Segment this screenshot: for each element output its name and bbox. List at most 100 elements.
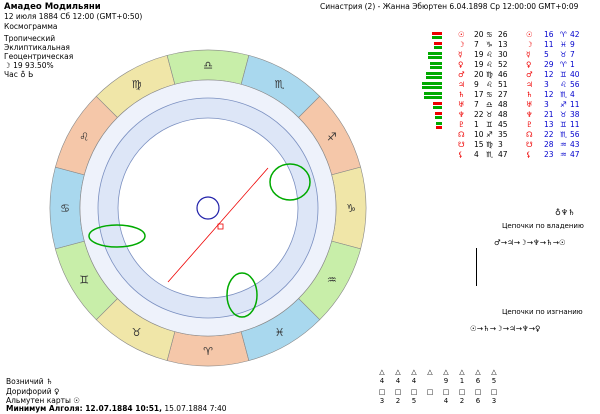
- strength-bar: [430, 62, 442, 65]
- planetary-hour: Час ♁ Ь: [4, 70, 34, 79]
- aspect-count: 4: [443, 397, 449, 405]
- natal-wheel[interactable]: ♈ ♉ ♊ ♋ ♌ ♍ ♎ ♏ ♐ ♑ ♒ ♓: [40, 40, 380, 370]
- planet-cell: ♋: [486, 90, 493, 99]
- planet-cell: 21: [544, 110, 554, 119]
- earth-center: [196, 196, 220, 220]
- aspect-count: 3: [379, 397, 385, 405]
- charioteer-label: Возничий ♄: [6, 377, 53, 386]
- aspect-icon: □: [410, 388, 418, 396]
- strength-bar: [433, 106, 442, 109]
- planet-cell: ♓: [560, 40, 567, 49]
- planet-cell: ♃: [458, 80, 465, 89]
- planet-cell: 47: [498, 150, 508, 159]
- planet-cell: ☿: [458, 50, 463, 59]
- planet-cell: 22: [474, 110, 484, 119]
- person-name: Амадео Модильяни: [4, 2, 101, 12]
- planet-cell: ♄: [526, 90, 533, 99]
- planet-cell: ♈: [560, 30, 567, 39]
- chain-glyphs: ♁♆♄: [555, 208, 576, 217]
- planet-cell: 3: [544, 100, 549, 109]
- planet-cell: ☋: [458, 140, 465, 149]
- planet-cell: ♐: [486, 130, 493, 139]
- aspect-icon: △: [459, 368, 465, 376]
- aspect-icon: △: [427, 368, 433, 376]
- planet-cell: ♃: [526, 80, 533, 89]
- planet-cell: 4: [474, 150, 479, 159]
- planet-cell: ♒: [560, 150, 567, 159]
- strength-bar: [422, 82, 442, 85]
- planet-table: ☉ 20 ♋ 26 ☉ 16 ♈ 42 ☽ 7 ♑ 13 ☽ 11 ♓ 9 ☿ 19 ♌ 30 ☿ 5 ♉ 7 ♀ 19 ♌ 52 ♀ 2…: [422, 30, 596, 160]
- planet-cell: 35: [498, 130, 508, 139]
- synastry-title: Синастрия (2) - Жанна Эбюртен 6.04.1898 …: [320, 2, 579, 11]
- planet-cell: 11: [570, 100, 580, 109]
- planet-cell: 7: [570, 50, 575, 59]
- aspect-count: 3: [491, 397, 497, 405]
- planet-cell: ♇: [526, 120, 533, 129]
- aspect-icon: △: [395, 368, 401, 376]
- planet-cell: 29: [544, 60, 554, 69]
- planet-cell: 52: [498, 60, 508, 69]
- rulership-title: Цепочки по владению: [502, 222, 584, 230]
- planet-cell: 56: [570, 80, 580, 89]
- strength-bar: [436, 126, 442, 129]
- planet-cell: 45: [498, 120, 508, 129]
- aspect-icon: △: [379, 368, 385, 376]
- planet-cell: ☿: [526, 50, 531, 59]
- planet-row: ☉ 20 ♋ 26 ☉ 16 ♈ 42: [426, 30, 596, 40]
- strength-bar: [426, 72, 442, 75]
- birth-date: 12 июля 1884 Сб 12:00 (GMT+0:50): [4, 12, 143, 21]
- planet-cell: 13: [498, 40, 508, 49]
- planet-cell: ♂: [458, 70, 465, 79]
- chart-kind: Космограмма: [4, 22, 58, 31]
- planet-cell: ♅: [458, 100, 465, 109]
- strength-bar: [433, 102, 442, 105]
- aspect-icon: △: [491, 368, 497, 376]
- planet-cell: ☊: [526, 130, 533, 139]
- aspect-count: 1: [459, 377, 465, 385]
- planet-row: ♇ 1 ♊ 45 ♇ 13 ♊ 11: [426, 120, 596, 130]
- planet-cell: 3: [498, 140, 503, 149]
- rulership-tree: [476, 248, 505, 286]
- planet-cell: 51: [498, 80, 508, 89]
- planet-cell: 23: [544, 150, 554, 159]
- planet-cell: 56: [570, 130, 580, 139]
- planet-cell: 9: [474, 80, 479, 89]
- planet-cell: 38: [570, 110, 580, 119]
- strength-bar: [434, 46, 442, 49]
- planet-cell: 48: [498, 100, 508, 109]
- planet-row: ☿ 19 ♌ 30 ☿ 5 ♉ 7: [426, 50, 596, 60]
- planet-cell: ♊: [486, 120, 493, 129]
- zodiac-sign: ♒: [327, 274, 337, 287]
- aspect-icon: □: [426, 388, 434, 396]
- exile-chain: ☉→♄→☽→♃→♆→♀: [470, 324, 541, 333]
- planet-cell: ♌: [486, 60, 493, 69]
- strength-bar: [428, 52, 442, 55]
- strength-bar: [435, 116, 442, 119]
- planet-cell: ♅: [526, 100, 533, 109]
- planet-cell: ♊: [560, 70, 567, 79]
- planet-row: ♅ 7 ♎ 48 ♅ 3 ♐ 11: [426, 100, 596, 110]
- planet-cell: 1: [570, 60, 575, 69]
- planet-cell: 46: [498, 70, 508, 79]
- planet-cell: ⚸: [526, 150, 532, 159]
- strength-bar: [435, 112, 442, 115]
- planet-cell: ♉: [486, 110, 493, 119]
- planet-cell: 19: [474, 50, 484, 59]
- aspect-count: 5: [491, 377, 497, 385]
- aspect-icon: □: [442, 388, 450, 396]
- exile-title: Цепочки по изгнанию: [502, 308, 583, 316]
- planet-cell: 26: [498, 30, 508, 39]
- zodiac-sign: ♎: [203, 59, 213, 72]
- planet-cell: ⚸: [458, 150, 464, 159]
- aspect-icon: □: [394, 388, 402, 396]
- strength-bar: [428, 56, 442, 59]
- zodiac-sign: ♐: [327, 131, 337, 144]
- planet-cell: 12: [544, 90, 554, 99]
- zodiac-sign: ♋: [60, 202, 70, 215]
- aspect-count: 2: [459, 397, 465, 405]
- planet-row: ⚸ 4 ♏ 47 ⚸ 23 ♒ 47: [426, 150, 596, 160]
- planet-cell: ♀: [526, 60, 532, 69]
- aspect-icon: △: [475, 368, 481, 376]
- zodiac-sign: ♌: [79, 131, 89, 144]
- planet-cell: 43: [570, 140, 580, 149]
